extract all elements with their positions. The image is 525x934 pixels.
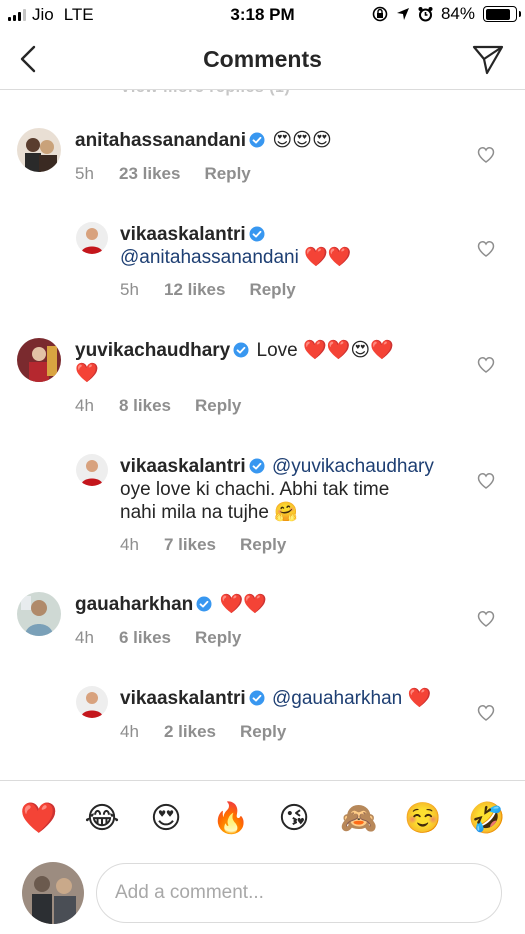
comment-time: 4h (75, 628, 94, 647)
like-heart-icon[interactable] (477, 146, 495, 164)
comment-username[interactable]: anitahassanandani (75, 130, 246, 151)
like-heart-icon[interactable] (477, 472, 495, 490)
reply-button[interactable]: Reply (240, 722, 286, 742)
emoji-fire[interactable]: 🔥 (212, 801, 249, 837)
comment-username[interactable]: yuvikachaudhary (75, 340, 230, 361)
battery-icon (483, 6, 521, 22)
comment-text-line2: oye love ki chachi. Abhi tak time (120, 479, 390, 500)
avatar[interactable] (17, 128, 61, 172)
mention-link[interactable]: @yuvikachaudhary (272, 456, 434, 477)
avatar[interactable] (17, 592, 61, 636)
comment-likes[interactable]: 12 likes (164, 280, 225, 300)
comment-likes[interactable]: 8 likes (119, 396, 171, 416)
comment-username[interactable]: vikaaskalantri (120, 688, 246, 709)
comment-text: Love ❤️❤️😍❤️ (256, 340, 394, 361)
comment-likes[interactable]: 7 likes (164, 535, 216, 555)
emoji-rofl[interactable]: 🤣 (468, 801, 505, 837)
comment-time: 5h (75, 164, 94, 183)
avatar[interactable] (17, 338, 61, 382)
emoji-heart[interactable]: ❤️ (20, 801, 57, 837)
header-bar: Comments (0, 30, 525, 90)
comment-time: 5h (120, 280, 139, 299)
like-heart-icon[interactable] (477, 704, 495, 722)
reply-button[interactable]: Reply (249, 280, 295, 300)
emoji-quick-bar: ❤️ 😂 😍 🔥 😘 🙈 ☺️ 🤣 (0, 780, 525, 858)
emoji-see-no-evil[interactable]: 🙈 (340, 801, 377, 837)
verified-badge-icon (196, 596, 212, 612)
comment-text-line3: nahi mila na tujhe 🤗 (120, 502, 298, 523)
add-comment-input[interactable] (96, 863, 502, 923)
current-user-avatar[interactable] (22, 862, 84, 924)
reply-button[interactable]: Reply (195, 628, 241, 648)
emoji-tears-of-joy[interactable]: 😂 (84, 801, 120, 837)
comment-text: ❤️ (407, 688, 432, 709)
verified-badge-icon (233, 342, 249, 358)
verified-badge-icon (249, 458, 265, 474)
comment-time: 4h (120, 722, 139, 741)
comment-likes[interactable]: 6 likes (119, 628, 171, 648)
verified-badge-icon (249, 132, 265, 148)
like-heart-icon[interactable] (477, 240, 495, 258)
comment-time: 4h (75, 396, 94, 415)
comment-username[interactable]: gauaharkhan (75, 594, 193, 615)
comment-text-line2: ❤️ (75, 363, 99, 384)
like-heart-icon[interactable] (477, 610, 495, 628)
comment-text: ❤️❤️ (219, 594, 267, 615)
direct-send-icon[interactable] (471, 42, 505, 76)
verified-badge-icon (249, 226, 265, 242)
mention-link[interactable]: @anitahassanandani (120, 247, 299, 268)
mention-link[interactable]: @gauaharkhan (272, 688, 402, 709)
comment-likes[interactable]: 2 likes (164, 722, 216, 742)
comment-time: 4h (120, 535, 139, 554)
battery-percent: 84% (440, 4, 475, 23)
avatar[interactable] (76, 686, 108, 718)
emoji-smiling[interactable]: ☺️ (404, 801, 441, 837)
rotation-lock-icon (372, 6, 388, 22)
verified-badge-icon (249, 690, 265, 706)
avatar[interactable] (76, 222, 108, 254)
like-heart-icon[interactable] (477, 356, 495, 374)
page-title: Comments (203, 46, 322, 72)
comment-text: 😍😍😍 (272, 130, 332, 151)
comment-likes[interactable]: 23 likes (119, 164, 180, 184)
emoji-kiss[interactable]: 😘 (276, 801, 312, 837)
reply-button[interactable]: Reply (240, 535, 286, 555)
comment-username[interactable]: vikaaskalantri (120, 456, 246, 477)
comment-text: ❤️❤️ (304, 247, 352, 268)
avatar[interactable] (76, 454, 108, 486)
alarm-icon (418, 7, 433, 22)
emoji-heart-eyes[interactable]: 😍 (148, 801, 184, 837)
comment-username[interactable]: vikaaskalantri (120, 224, 246, 245)
location-icon (396, 8, 409, 20)
reply-button[interactable]: Reply (195, 396, 241, 416)
comment-composer (0, 858, 525, 934)
reply-button[interactable]: Reply (204, 164, 250, 184)
status-bar: Jio LTE 3:18 PM 84% (0, 0, 525, 30)
